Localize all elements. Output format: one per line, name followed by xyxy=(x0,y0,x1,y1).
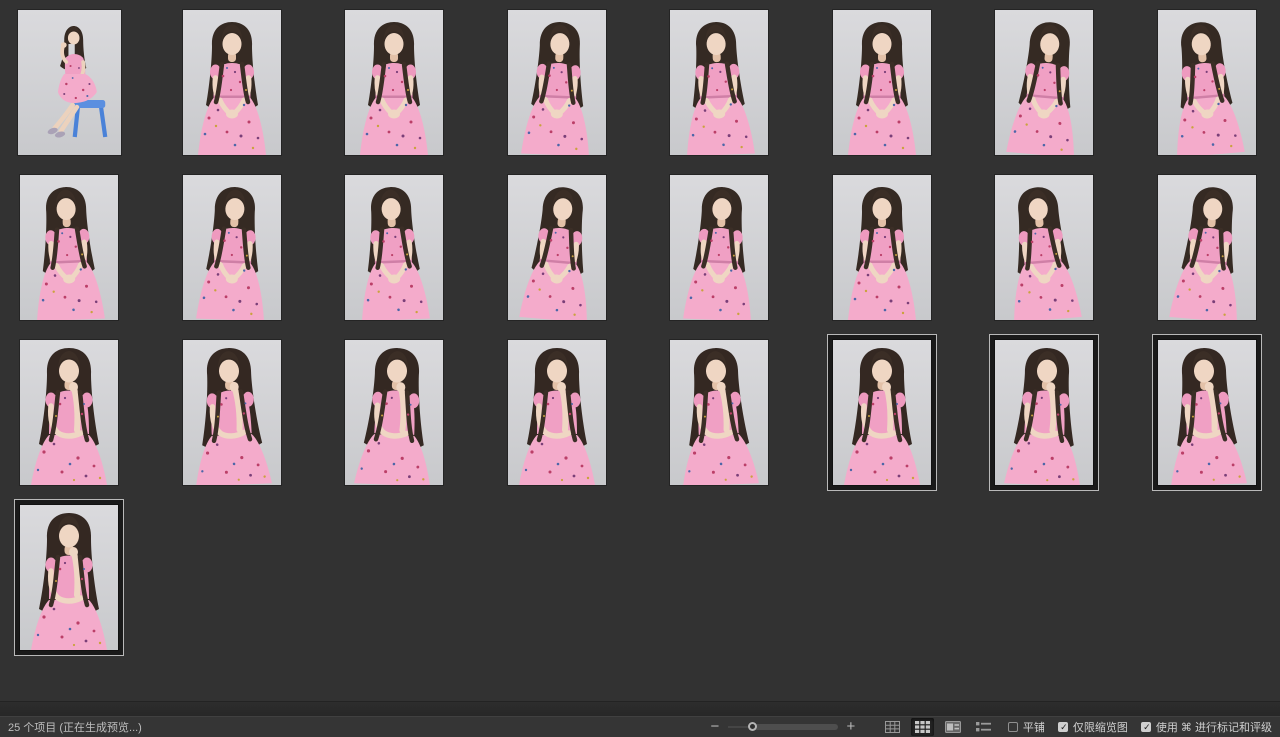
photo-thumbnail[interactable] xyxy=(832,340,931,485)
photo-thumbnail[interactable] xyxy=(182,175,281,320)
thumbnail-grid-view-icon xyxy=(914,721,930,733)
thumbnail-view-button[interactable] xyxy=(910,718,934,736)
cmd-rating-checkbox-label: 使用 ⌘ 进行标记和评级 xyxy=(1155,722,1272,734)
thumbnail-size-slider[interactable] xyxy=(727,720,838,734)
photo-thumbnail[interactable] xyxy=(182,340,281,485)
photo-thumbnail[interactable] xyxy=(1157,175,1256,320)
photo-thumbnail[interactable] xyxy=(507,340,606,485)
thumbnails-only-checkbox[interactable]: 仅限缩览图 xyxy=(1057,719,1128,735)
photo-thumbnail[interactable] xyxy=(20,505,118,650)
photo-thumbnail[interactable] xyxy=(670,10,768,155)
photo-thumbnail[interactable] xyxy=(18,10,121,155)
tile-checkbox[interactable]: 平铺 xyxy=(1007,719,1045,735)
content-area xyxy=(0,0,1280,702)
photo-thumbnail[interactable] xyxy=(832,10,931,155)
photo-thumbnail[interactable] xyxy=(1157,340,1256,485)
photo-thumbnail[interactable] xyxy=(995,340,1093,485)
slider-thumb[interactable] xyxy=(748,722,758,731)
thumbnail-grid xyxy=(18,10,1256,650)
photo-thumbnail[interactable] xyxy=(507,175,606,320)
zoom-out-button[interactable]: − xyxy=(708,719,722,734)
grid-lock-button[interactable] xyxy=(881,718,904,736)
slider-track-filled[interactable] xyxy=(752,724,838,730)
photo-thumbnail[interactable] xyxy=(182,10,281,155)
photo-thumbnail[interactable] xyxy=(345,340,443,485)
photo-thumbnail[interactable] xyxy=(345,175,443,320)
tile-checkbox-label: 平铺 xyxy=(1022,722,1045,734)
photo-thumbnail[interactable] xyxy=(1157,10,1256,155)
photo-thumbnail[interactable] xyxy=(832,175,931,320)
item-count-status: 25 个项目 (正在生成预览...) xyxy=(8,722,142,734)
horizontal-scrollbar-track[interactable] xyxy=(0,701,1280,716)
status-bar: 25 个项目 (正在生成预览...) − + 平铺 ✓ 仅限缩览图 ✓ 使用 ⌘… xyxy=(0,716,1280,737)
photo-thumbnail[interactable] xyxy=(995,175,1093,320)
photo-thumbnail[interactable] xyxy=(670,175,768,320)
photo-thumbnail[interactable] xyxy=(345,10,443,155)
photo-thumbnail[interactable] xyxy=(995,10,1093,155)
photo-thumbnail[interactable] xyxy=(20,340,118,485)
details-view-button[interactable] xyxy=(941,718,965,736)
list-view-button[interactable] xyxy=(972,718,995,736)
zoom-in-button[interactable]: + xyxy=(844,719,858,734)
photo-thumbnail[interactable] xyxy=(670,340,768,485)
thumbnails-only-checkbox-box[interactable] xyxy=(1057,722,1069,733)
photo-thumbnail[interactable] xyxy=(20,175,118,320)
list-view-icon xyxy=(975,721,991,733)
tile-checkbox-box[interactable] xyxy=(1007,722,1018,732)
grid-lock-icon xyxy=(884,721,900,733)
thumbnails-only-checkbox-label: 仅限缩览图 xyxy=(1072,722,1128,734)
cmd-rating-checkbox-box[interactable] xyxy=(1140,722,1152,733)
photo-thumbnail[interactable] xyxy=(507,10,606,155)
cmd-rating-checkbox[interactable]: 使用 ⌘ 进行标记和评级 xyxy=(1140,719,1272,735)
details-view-icon xyxy=(944,721,961,733)
